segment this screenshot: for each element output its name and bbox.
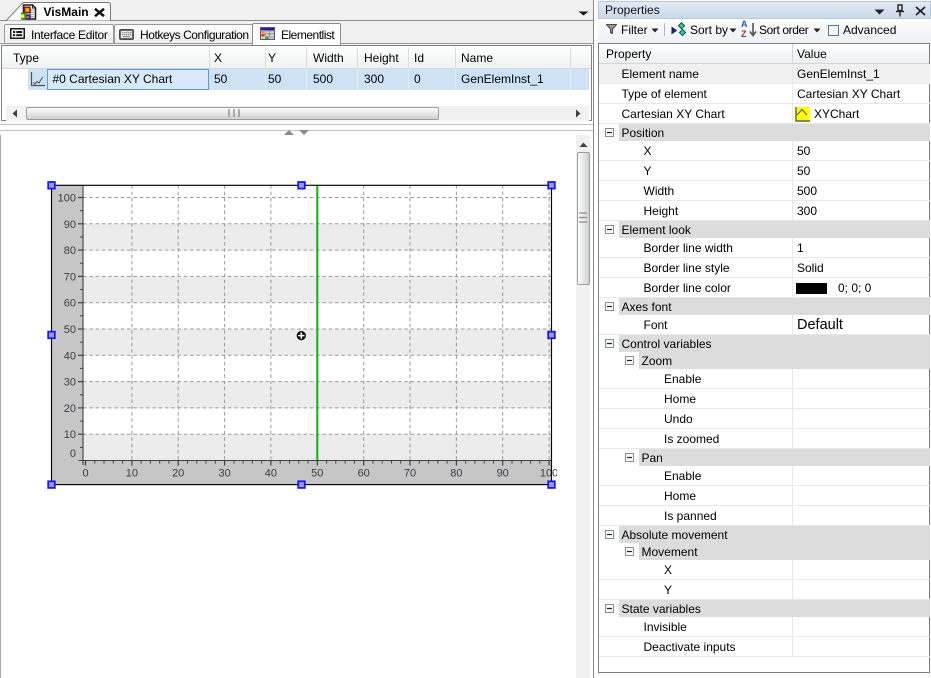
- svg-text:70: 70: [404, 468, 416, 480]
- svg-text:90: 90: [497, 468, 509, 480]
- svg-text:100: 100: [540, 468, 557, 480]
- svg-text:70: 70: [64, 271, 76, 283]
- svg-text:0: 0: [82, 468, 88, 480]
- svg-text:10: 10: [126, 468, 138, 480]
- svg-text:50: 50: [311, 468, 323, 480]
- svg-text:90: 90: [64, 219, 76, 231]
- svg-text:60: 60: [358, 468, 370, 480]
- svg-text:60: 60: [64, 298, 76, 310]
- svg-text:10: 10: [64, 429, 76, 441]
- svg-text:40: 40: [265, 468, 277, 480]
- svg-text:20: 20: [172, 468, 184, 480]
- svg-text:0: 0: [70, 448, 76, 460]
- svg-text:30: 30: [218, 468, 230, 480]
- svg-text:80: 80: [450, 468, 462, 480]
- svg-text:40: 40: [64, 350, 76, 362]
- svg-text:30: 30: [64, 377, 76, 389]
- svg-text:20: 20: [64, 403, 76, 415]
- svg-text:80: 80: [64, 245, 76, 257]
- svg-text:100: 100: [58, 193, 76, 205]
- svg-text:50: 50: [64, 324, 76, 336]
